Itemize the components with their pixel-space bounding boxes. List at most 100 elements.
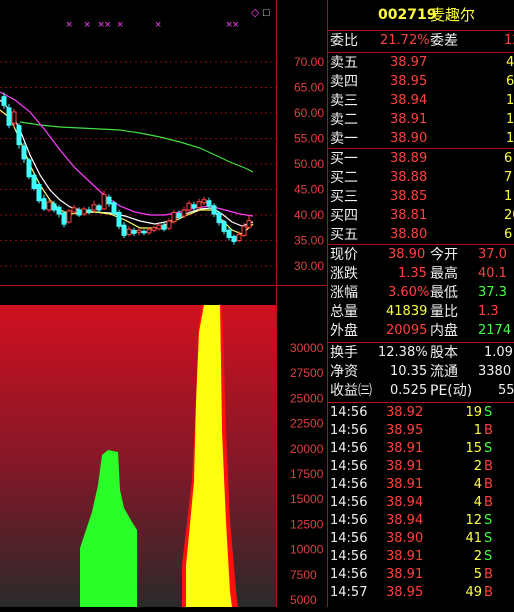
weibi-value: 21.72% xyxy=(380,33,430,48)
stock-header: 002719 麦趣尔 xyxy=(328,0,514,30)
diamond-icon[interactable]: ◇ xyxy=(251,7,260,19)
fundamental-value: 10.35 xyxy=(390,364,428,379)
quote-value: 1.35 xyxy=(398,266,427,281)
volume-tick-label: 10000 xyxy=(290,543,324,557)
quote-label-2: 今开 xyxy=(430,247,458,263)
trade-side: S xyxy=(484,531,493,546)
trade-time: 14:56 xyxy=(330,513,368,528)
chart-area[interactable]: × × ×× × × ×× ◇ □ 70.00 65.00 60.00 55.00 50… xyxy=(0,0,328,607)
quote-value-2: 40.1 xyxy=(478,266,507,281)
trade-volume: 4 xyxy=(473,477,482,492)
fundamental-label-2: PE(动) xyxy=(430,383,473,399)
candle-body xyxy=(241,225,247,236)
trade-time: 14:56 xyxy=(330,423,368,438)
candle-body xyxy=(101,194,107,210)
sell-level-label: 卖五 xyxy=(330,55,358,71)
buy-volume: 6 xyxy=(504,227,513,242)
quote-label-2: 量比 xyxy=(430,304,458,320)
candle-body xyxy=(146,229,152,234)
candle-body xyxy=(31,174,37,189)
trade-price: 38.94 xyxy=(386,513,424,528)
trade-side: S xyxy=(484,441,493,456)
candle-body xyxy=(181,209,187,217)
volume-tick-label: 20000 xyxy=(290,442,324,456)
trade-price: 38.94 xyxy=(386,495,424,510)
sell-volume: 6 xyxy=(506,74,514,89)
trade-volume: 5 xyxy=(473,567,482,582)
fundamental-row: 收益㈢ 0.525 PE(动) 55 xyxy=(328,382,514,400)
price-tick-label: 50.00 xyxy=(294,157,324,171)
sell-volume: 1 xyxy=(506,93,514,108)
buy-row: 买五 38.80 6 xyxy=(328,226,514,244)
quote-value: 38.90 xyxy=(388,247,426,262)
buy-level-label: 买三 xyxy=(330,189,358,205)
candle-body xyxy=(111,202,117,214)
candle-body xyxy=(1,96,7,106)
quote-row: 涨跌 1.35 最高 40.1 xyxy=(328,265,514,283)
kline-chart[interactable]: × × ×× × × ×× ◇ □ 70.00 65.00 60.00 55.00 50… xyxy=(0,0,328,607)
buy-row: 买三 38.85 1 xyxy=(328,188,514,206)
sell-row: 卖一 38.90 1 xyxy=(328,130,514,148)
sell-price: 38.97 xyxy=(390,55,428,70)
quote-label: 总量 xyxy=(330,304,358,320)
candle-body xyxy=(21,145,27,160)
trade-row: 14:57 38.95 49 B xyxy=(328,584,514,602)
price-tick-label: 30.00 xyxy=(294,259,324,273)
candle-body xyxy=(106,196,112,205)
quote-value-2: 1.3 xyxy=(478,304,499,319)
buy-price: 38.80 xyxy=(390,227,428,242)
quote-label-2: 最高 xyxy=(430,266,458,282)
volume-tick-label: 27500 xyxy=(290,366,324,380)
volume-tick-label: 25000 xyxy=(290,391,324,405)
trade-price: 38.95 xyxy=(386,423,424,438)
trade-time: 14:56 xyxy=(330,549,368,564)
volume-background xyxy=(0,305,276,607)
candle-body xyxy=(66,210,72,223)
stock-code[interactable]: 002719 xyxy=(378,0,436,30)
candle-body xyxy=(206,200,212,207)
volume-tick-label: 15000 xyxy=(290,492,324,506)
stock-name[interactable]: 麦趣尔 xyxy=(430,0,475,30)
trade-time: 14:56 xyxy=(330,459,368,474)
buy-row: 买二 38.88 7 xyxy=(328,169,514,187)
trade-row: 14:56 38.91 15 S xyxy=(328,440,514,458)
volume-tick-label: 22500 xyxy=(290,417,324,431)
price-tick-label: 45.00 xyxy=(294,183,324,197)
quote-label: 涨幅 xyxy=(330,285,358,301)
volume-tick-label: 17500 xyxy=(290,467,324,481)
trade-time: 14:56 xyxy=(330,405,368,420)
trade-volume: 4 xyxy=(473,495,482,510)
sell-level-label: 卖三 xyxy=(330,93,358,109)
buy-row: 买一 38.89 6 xyxy=(328,150,514,168)
trade-row: 14:56 38.92 19 S xyxy=(328,404,514,422)
candle-body xyxy=(216,212,222,224)
quote-row: 涨幅 3.60% 最低 37.3 xyxy=(328,284,514,302)
quote-label: 外盘 xyxy=(330,323,358,339)
price-tick-label: 70.00 xyxy=(294,55,324,69)
sell-row: 卖五 38.97 4 xyxy=(328,54,514,72)
buy-price: 38.85 xyxy=(390,189,428,204)
fundamental-row: 换手 12.38% 股本 1.09 xyxy=(328,344,514,362)
price-tick-label: 35.00 xyxy=(294,234,324,248)
candle-body xyxy=(86,209,92,213)
candle-body xyxy=(186,202,192,211)
square-icon[interactable]: □ xyxy=(263,7,270,19)
trade-side: S xyxy=(484,549,493,564)
trade-volume: 41 xyxy=(465,531,482,546)
sell-price: 38.90 xyxy=(390,131,428,146)
candle-body xyxy=(231,235,237,243)
candle-body xyxy=(211,205,217,215)
candle-body xyxy=(136,229,142,233)
quote-value: 41839 xyxy=(386,304,428,319)
candle-body xyxy=(61,212,67,225)
trade-side: B xyxy=(484,585,493,600)
sell-level-label: 卖二 xyxy=(330,112,358,128)
quote-label-2: 内盘 xyxy=(430,323,458,339)
quote-row: 现价 38.90 今开 37.0 xyxy=(328,246,514,264)
candle-body xyxy=(121,224,127,236)
buy-volume: 1 xyxy=(504,189,513,204)
candle-body xyxy=(116,211,122,227)
price-tick-label: 40.00 xyxy=(294,208,324,222)
quote-value-2: 37.3 xyxy=(478,285,507,300)
buy-price: 38.81 xyxy=(390,208,428,223)
